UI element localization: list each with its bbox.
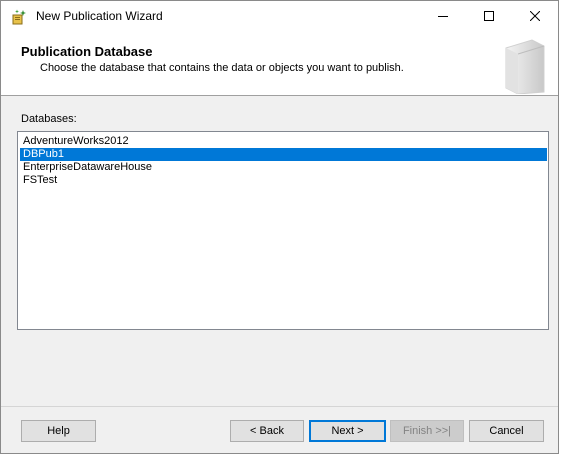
close-icon bbox=[530, 11, 540, 21]
database-item[interactable]: FSTest bbox=[20, 174, 547, 187]
footer-separator bbox=[1, 406, 558, 407]
databases-listbox[interactable]: AdventureWorks2012 DBPub1 EnterpriseData… bbox=[17, 131, 549, 330]
help-button[interactable]: Help bbox=[21, 420, 96, 442]
databases-label: Databases: bbox=[21, 113, 77, 125]
wizard-header: Publication Database Choose the database… bbox=[1, 32, 558, 96]
maximize-icon bbox=[484, 11, 494, 21]
page-title: Publication Database bbox=[21, 44, 153, 59]
window-title: New Publication Wizard bbox=[36, 9, 163, 23]
database-item-selected[interactable]: DBPub1 bbox=[20, 148, 547, 161]
cancel-button[interactable]: Cancel bbox=[469, 420, 544, 442]
minimize-button[interactable] bbox=[420, 1, 466, 32]
title-bar[interactable]: New Publication Wizard bbox=[1, 1, 558, 32]
wizard-window: New Publication Wizard Publication Datab… bbox=[0, 0, 559, 454]
database-item[interactable]: EnterpriseDatawareHouse bbox=[20, 161, 547, 174]
next-button[interactable]: Next > bbox=[309, 420, 386, 442]
maximize-button[interactable] bbox=[466, 1, 512, 32]
database-item[interactable]: AdventureWorks2012 bbox=[20, 135, 547, 148]
back-button[interactable]: < Back bbox=[230, 420, 304, 442]
page-subtitle: Choose the database that contains the da… bbox=[40, 62, 404, 74]
wizard-star-icon bbox=[11, 9, 27, 25]
book-icon bbox=[498, 38, 550, 99]
finish-button: Finish >>| bbox=[390, 420, 464, 442]
minimize-icon bbox=[438, 16, 448, 17]
close-button[interactable] bbox=[512, 1, 558, 32]
